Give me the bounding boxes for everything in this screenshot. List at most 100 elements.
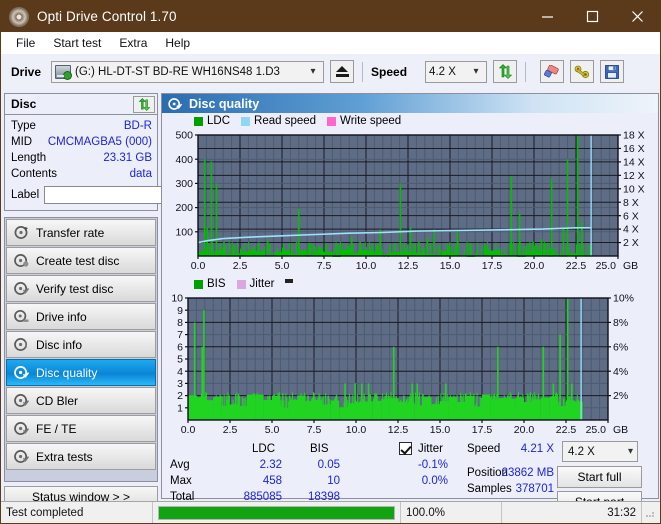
svg-text:16 X: 16 X — [623, 143, 645, 155]
eraser-icon — [544, 64, 559, 77]
ldc-chart: 100 200 300 400 500 2 X4 X6 X8 X 10 X 12 X 14 X1… — [162, 129, 658, 274]
elapsed-time: 31:32 — [502, 501, 642, 523]
svg-text:0.0: 0.0 — [181, 424, 196, 436]
sidebar-item-label: Disc quality — [36, 365, 98, 380]
disc-row-key: MID — [11, 136, 33, 148]
disc-row-value: BD-R — [123, 120, 152, 132]
disc-quality-icon — [168, 97, 182, 110]
disc-speed-icon — [14, 225, 29, 240]
page-title: Disc quality — [189, 96, 260, 111]
disc-refresh-button[interactable] — [133, 95, 155, 113]
jitter-avg-value: -0.1% — [417, 459, 448, 471]
jitter-marker-icon — [285, 278, 294, 283]
maximize-icon[interactable] — [570, 1, 615, 32]
jitter-checkbox[interactable] — [399, 442, 412, 455]
close-icon[interactable] — [615, 1, 660, 32]
svg-text:500: 500 — [175, 130, 193, 142]
sidebar-item-disc-info[interactable]: Disc info — [6, 331, 156, 358]
sidebar-item-label: Create test disc — [36, 253, 120, 268]
legend-label-read-speed: Read speed — [254, 115, 317, 127]
svg-text:100: 100 — [175, 226, 193, 238]
svg-text:8%: 8% — [613, 317, 628, 329]
legend-top-chart: LDC Read speed Write speed — [162, 113, 658, 129]
progress-track — [158, 505, 395, 520]
menu-item-file[interactable]: File — [8, 34, 43, 52]
disc-label-row: Label — [11, 184, 247, 206]
toolbar-divider — [362, 61, 364, 82]
chevron-down-icon: ▾ — [310, 66, 316, 77]
svg-text:400: 400 — [175, 154, 193, 166]
svg-text:0.0: 0.0 — [191, 260, 206, 272]
drive-icon — [55, 64, 73, 80]
menu-item-help[interactable]: Help — [157, 34, 198, 52]
svg-text:8 X: 8 X — [623, 197, 639, 209]
sidebar-item-label: Drive info — [36, 309, 87, 324]
tools-button[interactable] — [570, 60, 595, 83]
menu-bar: File Start test Extra Help — [1, 32, 660, 54]
svg-text:12 X: 12 X — [623, 170, 645, 182]
sidebar-item-verify-test-disc[interactable]: Verify test disc — [6, 275, 156, 302]
svg-text:10%: 10% — [613, 293, 634, 305]
drive-label: Drive — [11, 64, 42, 79]
minimize-icon[interactable] — [525, 1, 570, 32]
resize-grip-icon[interactable] — [644, 506, 658, 520]
legend-bottom-chart: BIS Jitter — [162, 276, 658, 292]
save-button[interactable] — [600, 60, 625, 83]
refresh-button[interactable] — [493, 60, 518, 83]
svg-text:10 X: 10 X — [623, 183, 645, 195]
status-bar: Test completed 100.0% 31:32 — [1, 501, 660, 523]
refresh-icon — [138, 97, 150, 111]
legend-label-bis: BIS — [207, 278, 226, 290]
sidebar-item-label: CD Bler — [36, 393, 79, 408]
disc-row-value: 23.31 GB — [103, 152, 152, 164]
sidebar-item-label: FE / TE — [36, 421, 77, 436]
legend-swatch-jitter — [236, 279, 246, 289]
svg-text:7.5: 7.5 — [307, 424, 322, 436]
svg-text:2: 2 — [177, 390, 183, 402]
test-speed-select[interactable]: 4.2 X ▾ — [562, 441, 638, 462]
sidebar-item-label: Disc info — [36, 337, 83, 352]
sidebar-item-disc-quality[interactable]: Disc quality — [6, 359, 156, 386]
disc-info-rows: Type BD-R MID CMCMAGBA5 (000) Length 23.… — [5, 115, 247, 210]
disc-row-key: Type — [11, 120, 36, 132]
legend-swatch-ldc — [194, 116, 203, 126]
stats-col-ldc: LDC — [252, 443, 276, 455]
sidebar-item-drive-info[interactable]: Drive info — [6, 303, 156, 330]
jitter-max-value: 0.0% — [421, 475, 448, 487]
erase-button[interactable] — [540, 60, 565, 83]
disc-label-key: Label — [11, 189, 40, 201]
drive-select[interactable]: (G:) HL-DT-ST BD-RE WH16NS48 1.D3 ▾ — [51, 60, 325, 83]
drive-toolbar: Drive (G:) HL-DT-ST BD-RE WH16NS48 1.D3 … — [1, 54, 660, 89]
speed-select-value: 4.2 X — [429, 65, 456, 78]
disc-row-value: CMCMAGBA5 (000) — [47, 136, 152, 148]
menu-item-start-test[interactable]: Start test — [45, 34, 109, 52]
disc-row-key: Length — [11, 152, 47, 164]
disc-write-icon — [14, 253, 29, 268]
svg-text:7.5: 7.5 — [317, 260, 332, 272]
chevron-down-icon: ▾ — [627, 446, 633, 457]
left-sidebar: Disc Type BD-R MID CMCMAGBA5 (000) Lengt… — [4, 93, 247, 508]
svg-text:200: 200 — [175, 202, 193, 214]
start-full-button[interactable]: Start full — [557, 466, 642, 488]
sidebar-item-create-test-disc[interactable]: Create test disc — [6, 247, 156, 274]
stats-max-ldc: 458 — [262, 475, 282, 487]
progress-bar — [153, 501, 401, 523]
disc-row-contents: Contents data — [11, 166, 152, 182]
disc-row-value: data — [129, 168, 152, 180]
stats-max-bis: 10 — [327, 475, 340, 487]
svg-text:6: 6 — [177, 341, 183, 353]
sidebar-item-cd-bler[interactable]: CD Bler — [6, 387, 156, 414]
sidebar-item-fe-te[interactable]: FE / TE — [6, 415, 156, 442]
speed-select[interactable]: 4.2 X ▾ — [425, 60, 488, 83]
menu-item-extra[interactable]: Extra — [111, 34, 155, 52]
svg-text:12.5: 12.5 — [398, 260, 419, 272]
sidebar-item-transfer-rate[interactable]: Transfer rate — [6, 219, 156, 246]
jitter-label: Jitter — [418, 443, 443, 455]
bis-chart: 1 2 3 4 5 6 7 8 9 10 2% 4% 6% 8% 10% 0.0 2.5 5.0 7.5 10.0 12… — [162, 292, 658, 440]
bis-chart-svg: 12345678910 2% 4% 6% 8% 10% 0.0 2.5 5.0 7.5 10.0 12… — [171, 293, 634, 436]
panel-header: Disc quality — [162, 94, 658, 113]
eject-button[interactable] — [330, 60, 355, 83]
disc-panel-header: Disc — [5, 94, 157, 115]
sidebar-item-extra-tests[interactable]: Extra tests — [6, 443, 156, 470]
